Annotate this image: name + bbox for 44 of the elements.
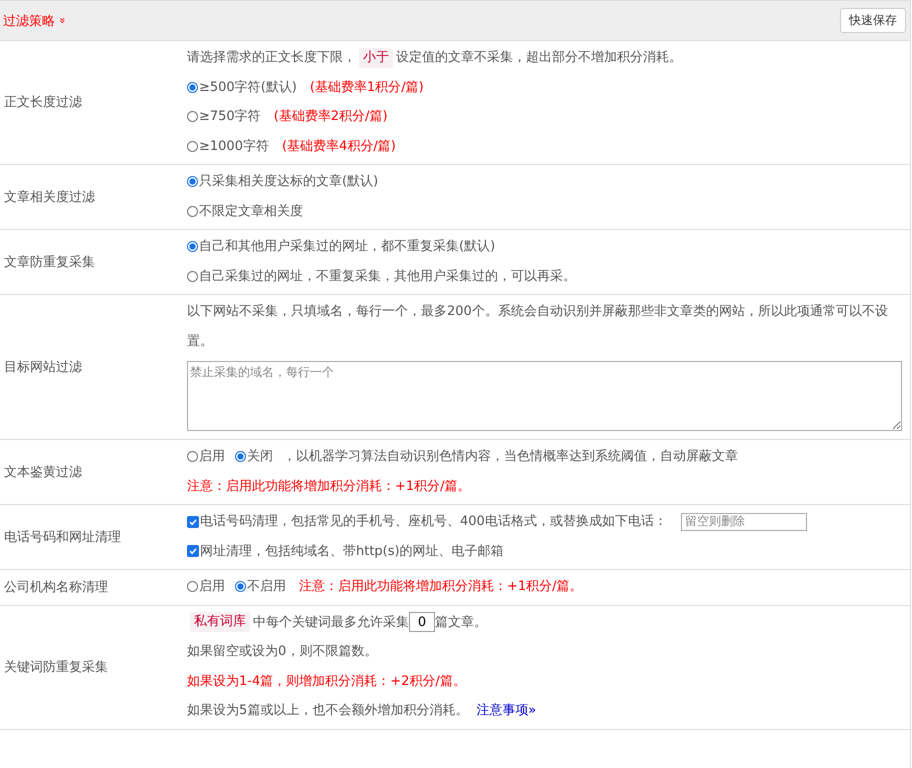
radio-option[interactable]: 启用: [187, 442, 225, 472]
description-text: 设定值的文章不采集，超出部分不增加积分消耗。: [396, 49, 682, 67]
description-text: 注意：启用此功能将增加积分消耗：+1积分/篇。: [187, 478, 471, 496]
radio-option[interactable]: ≥1000字符: [187, 132, 269, 161]
phone-input-field[interactable]: 留空则删除: [680, 512, 807, 531]
description-text: 篇文章。: [435, 614, 487, 632]
highlight-tag: 小于: [359, 48, 393, 68]
radio-option[interactable]: 关闭: [235, 442, 273, 472]
checkbox-option[interactable]: 电话号码清理，包括常见的手机号、座机号、400电话格式，或替换成如下电话：: [187, 507, 667, 536]
domain-textarea[interactable]: 禁止采集的域名，每行一个: [187, 361, 902, 431]
description-text: (基础费率2积分/篇): [274, 108, 388, 126]
row-label: 目标网站过滤: [4, 358, 82, 376]
radio-option[interactable]: 不限定文章相关度: [187, 196, 303, 226]
row-label: 正文长度过滤: [4, 94, 82, 111]
description-text: 如果留空或设为0，则不限篇数。: [187, 643, 378, 661]
radio-option[interactable]: 只采集相关度达标的文章(默认): [187, 167, 378, 196]
description-text: 中每个关键词最多允许采集: [253, 614, 409, 632]
radio-option[interactable]: 启用: [187, 572, 225, 602]
highlight-tag: 私有词库: [190, 612, 250, 632]
row-label: 公司机构名称清理: [4, 578, 108, 596]
radio-option[interactable]: 自己和其他用户采集过的网址，都不重复采集(默认): [187, 232, 496, 262]
description-text: 以下网站不采集，只填域名，每行一个，最多200个。系统会自动识别并屏蔽那些非文章类的网站，所以此项通常可以不设置。: [187, 303, 889, 350]
radio-option[interactable]: 不启用: [235, 572, 286, 602]
description-text: 如果设为1-4篇，则增加积分消耗：+2积分/篇。: [187, 672, 466, 690]
description-text: ，以机器学习算法自动识别色情内容，当色情概率达到系统阈值，自动屏蔽文章: [283, 448, 738, 466]
radio-option[interactable]: 自己采集过的网址，不重复采集，其他用户采集过的，可以再采。: [187, 262, 576, 291]
row-label: 关键词防重复采集: [4, 658, 108, 676]
checkmark-icon: [188, 546, 198, 556]
description-text: 如果设为5篇或以上，也不会额外增加积分消耗。: [187, 702, 468, 720]
checkmark-icon: [188, 516, 198, 527]
notes-link[interactable]: 注意事项»: [476, 696, 536, 726]
radio-option[interactable]: ≥500字符(默认): [187, 72, 297, 102]
row-label: 电话号码和网址清理: [4, 528, 121, 546]
row-label: 文本鉴黄过滤: [4, 464, 82, 480]
description-text: 请选择需求的正文长度下限，: [187, 49, 356, 67]
quick-save-button[interactable]: 快速保存: [840, 8, 906, 33]
count-input-field[interactable]: 0: [409, 612, 435, 632]
description-text: (基础费率4积分/篇): [282, 138, 396, 156]
radio-option[interactable]: ≥750字符: [187, 102, 261, 132]
row-label: 文章相关度过滤: [4, 188, 95, 206]
description-text: (基础费率1积分/篇): [310, 78, 424, 96]
checkbox-option[interactable]: 网址清理，包括纯域名、带http(s)的网址、电子邮箱: [187, 536, 504, 566]
description-text: 注意：启用此功能将增加积分消耗：+1积分/篇。: [299, 578, 583, 596]
row-label: 文章防重复采集: [4, 254, 95, 270]
